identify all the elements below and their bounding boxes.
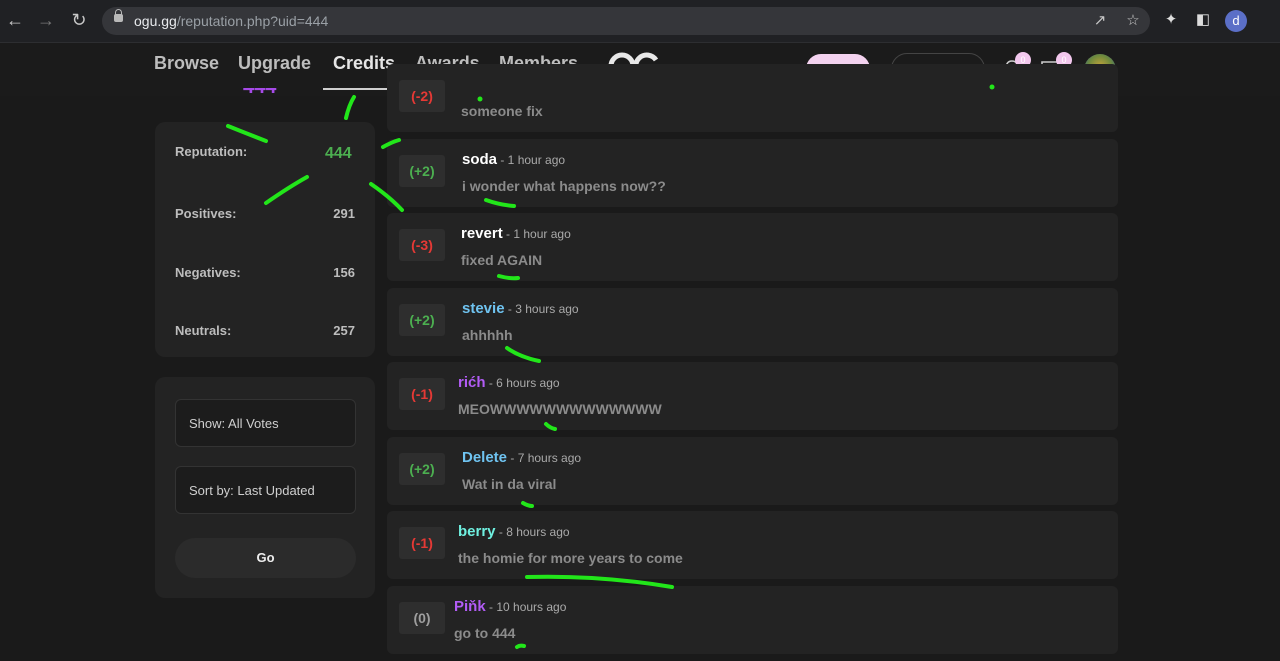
negatives-value: 156 — [333, 265, 355, 280]
vote-score-badge: (+2) — [399, 303, 445, 336]
reputation-entry: (+2) stevie - 3 hours ago ahhhhh — [387, 287, 1118, 356]
nav-credits[interactable]: Credits — [333, 53, 395, 74]
nav-browse[interactable]: Browse — [154, 53, 219, 74]
positives-value: 291 — [333, 206, 355, 221]
forward-icon[interactable]: → — [35, 9, 57, 31]
vote-score-badge: (-1) — [399, 378, 445, 410]
address-bar[interactable]: ogu.gg/reputation.php?uid=444 ↗ ☆ — [102, 7, 1150, 35]
vote-comment: the homie for more years to come — [458, 550, 683, 566]
entry-header: stevie - 3 hours ago — [462, 300, 579, 317]
positives-label: Positives: — [175, 206, 237, 221]
browser-toolbar: ← → ↻ ogu.gg/reputation.php?uid=444 ↗ ☆ … — [0, 0, 1280, 43]
vote-score-badge: (+2) — [399, 452, 445, 485]
side-panel-icon[interactable]: ◧ — [1193, 10, 1213, 30]
reputation-entry: (0) Piňk - 10 hours ago go to 444 — [387, 585, 1118, 654]
reputation-value: 444 — [325, 145, 352, 162]
share-icon[interactable]: ↗ — [1090, 11, 1110, 31]
extensions-icon[interactable]: ✦ — [1161, 10, 1181, 30]
neutrals-label: Neutrals: — [175, 323, 232, 338]
voter-username-link[interactable]: Delete — [462, 449, 507, 466]
vote-timestamp: - 1 hour ago — [497, 152, 566, 167]
reputation-entry: (-1) berry - 8 hours ago the homie for mor… — [387, 511, 1118, 579]
reputation-label: Reputation: — [175, 144, 248, 159]
go-button[interactable]: Go — [175, 538, 356, 578]
voter-username-link[interactable]: berry — [458, 523, 496, 540]
reputation-entry: (-2) someone fix — [387, 64, 1118, 132]
entry-header: Delete - 7 hours ago — [462, 449, 581, 466]
vote-score-badge: (0) — [399, 601, 445, 634]
vote-timestamp: - 3 hours ago — [504, 301, 579, 316]
entry-header: Piňk - 10 hours ago — [454, 598, 566, 615]
reputation-entry: (-3) revert - 1 hour ago fixed AGAIN — [387, 213, 1118, 281]
vote-comment: fixed AGAIN — [461, 252, 543, 268]
sort-by-select[interactable]: Sort by: Last Updated — [175, 466, 356, 514]
entry-header: soda - 1 hour ago — [462, 151, 565, 168]
voter-username-link[interactable]: revert — [461, 225, 503, 242]
vote-comment: MEOWWWWWWWWWWWWW — [458, 401, 662, 417]
voter-username-link[interactable]: stevie — [462, 300, 505, 317]
entry-header: revert - 1 hour ago — [461, 225, 571, 242]
vote-timestamp: - 6 hours ago — [485, 376, 560, 390]
lock-icon — [114, 9, 123, 22]
show-votes-select[interactable]: Show: All Votes — [175, 399, 356, 447]
reload-icon[interactable]: ↻ — [68, 9, 90, 31]
back-icon[interactable]: ← — [4, 9, 26, 31]
vote-timestamp: - 8 hours ago — [495, 525, 570, 539]
vote-timestamp: - 1 hour ago — [502, 227, 571, 241]
vote-score-badge: (+2) — [399, 154, 445, 187]
voter-username-link[interactable]: Piňk — [454, 598, 486, 615]
profile-heading-fragment: 444 — [243, 88, 293, 98]
reputation-entry: (+2) soda - 1 hour ago i wonder what happe… — [387, 138, 1118, 207]
vote-comment: Wat in da viral — [462, 475, 557, 492]
entry-header: rićh - 6 hours ago — [458, 374, 560, 391]
negatives-label: Negatives: — [175, 265, 241, 280]
voter-username-link[interactable]: soda — [462, 151, 497, 168]
vote-score-badge: (-1) — [399, 527, 445, 559]
url-text: ogu.gg/reputation.php?uid=444 — [134, 13, 329, 29]
vote-comment: ahhhhh — [462, 326, 513, 343]
bookmark-star-icon[interactable]: ☆ — [1123, 11, 1143, 31]
vote-score-badge: (-3) — [399, 229, 445, 261]
vote-score-badge: (-2) — [399, 80, 445, 112]
reputation-entry: (+2) Delete - 7 hours ago Wat in da viral — [387, 436, 1118, 505]
voter-username-link[interactable]: rićh — [458, 374, 486, 391]
vote-comment: someone fix — [461, 103, 543, 119]
entry-header: berry - 8 hours ago — [458, 523, 570, 540]
profile-avatar[interactable]: d — [1225, 10, 1247, 32]
nav-upgrade[interactable]: Upgrade — [238, 53, 311, 74]
reputation-entry: (-1) rićh - 6 hours ago MEOWWWWWWWWWWWWW — [387, 362, 1118, 430]
vote-comment: i wonder what happens now?? — [462, 177, 666, 194]
vote-timestamp: - 7 hours ago — [507, 450, 582, 465]
neutrals-value: 257 — [333, 323, 355, 338]
vote-comment: go to 444 — [454, 624, 516, 641]
vote-timestamp: - 10 hours ago — [485, 599, 567, 614]
